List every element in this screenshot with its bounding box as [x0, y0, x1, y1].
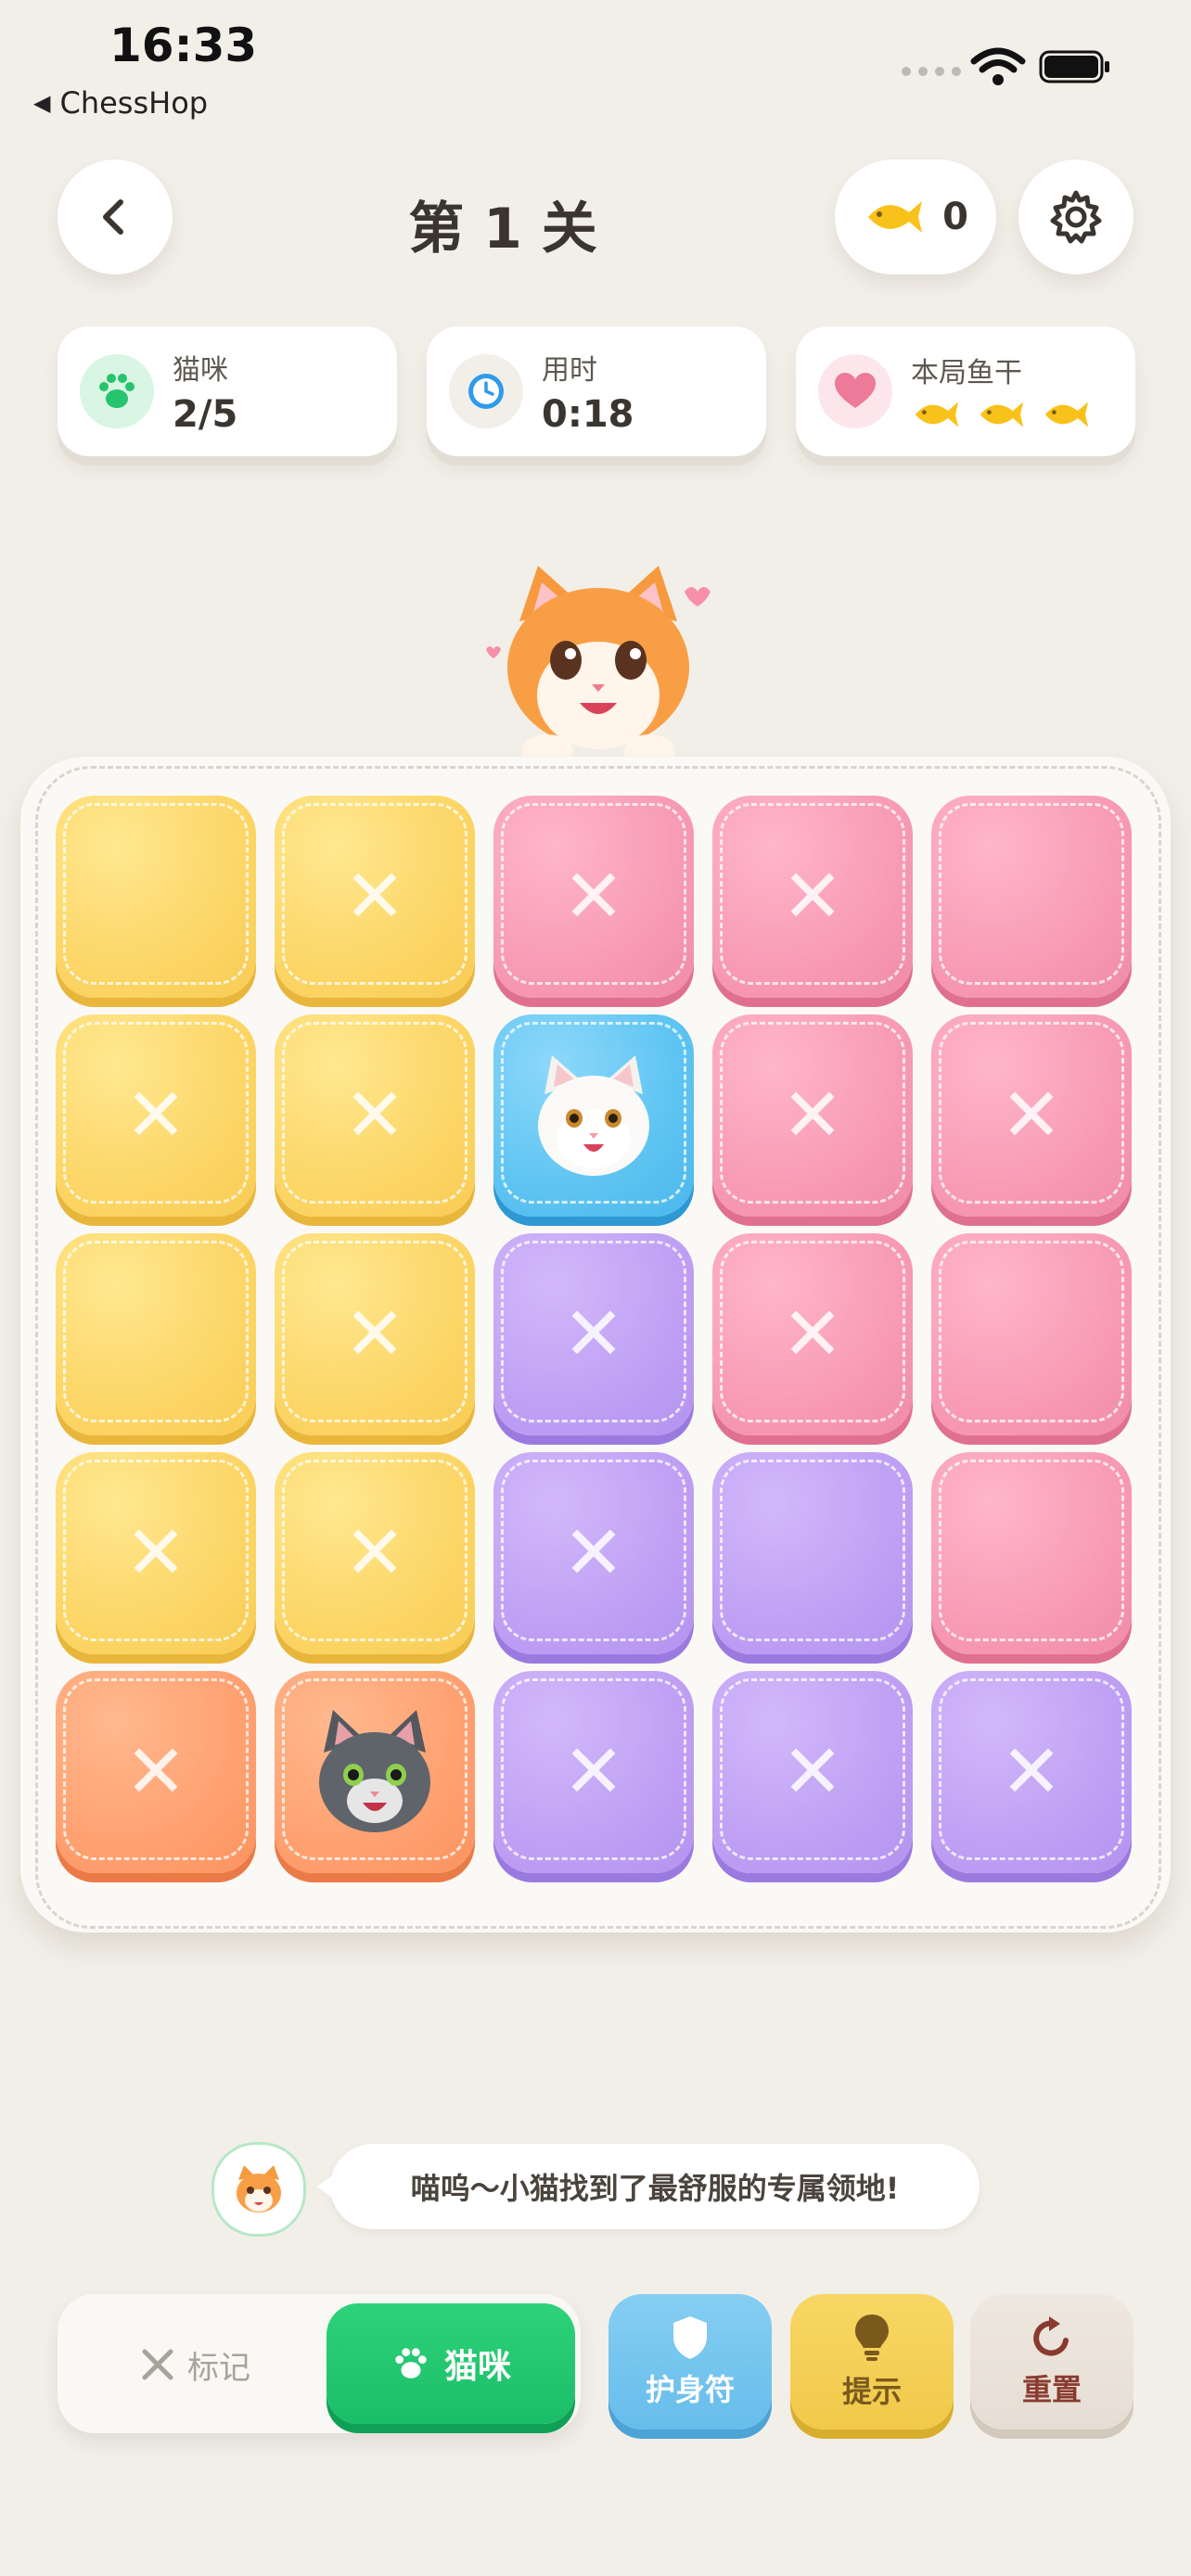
- cross-mark-icon: ✕: [781, 1728, 844, 1815]
- gray-cat-icon: [319, 1710, 430, 1832]
- lightbulb-icon: [855, 2315, 889, 2361]
- board-tile[interactable]: ✕: [275, 1452, 475, 1654]
- battery-icon: [1039, 50, 1109, 83]
- board-tile[interactable]: [275, 1671, 475, 1873]
- board-grid: ✕ ✕ ✕ ✕ ✕ ✕ ✕ ✕ ✕ ✕ ✕ ✕ ✕ ✕ ✕ ✕ ✕: [56, 796, 1135, 1881]
- reset-label: 重置: [1021, 2372, 1082, 2407]
- fish-icon: [980, 402, 1024, 427]
- cross-mark-icon: ✕: [1000, 1072, 1063, 1158]
- board-tile[interactable]: ✕: [275, 1014, 475, 1217]
- board-tile[interactable]: ✕: [712, 796, 913, 998]
- cross-mark-icon: ✕: [343, 1072, 406, 1158]
- board-tile[interactable]: ✕: [493, 796, 694, 998]
- status-time: 16:33: [109, 19, 258, 72]
- board-tile[interactable]: [56, 796, 256, 998]
- reset-button[interactable]: 重置: [970, 2294, 1133, 2429]
- board-tile[interactable]: ✕: [712, 1671, 913, 1873]
- cat-avatar: [211, 2142, 306, 2237]
- board-tile[interactable]: [931, 1452, 1132, 1654]
- cross-mark-icon: ✕: [124, 1072, 187, 1158]
- cross-mark-icon: ✕: [124, 1728, 187, 1815]
- stat-card-fish: 本局鱼干: [796, 326, 1135, 456]
- board-tile[interactable]: ✕: [931, 1671, 1132, 1873]
- cross-mark-icon: ✕: [781, 853, 844, 939]
- cross-mark-icon: ✕: [781, 1072, 844, 1158]
- board-tile[interactable]: ✕: [275, 1233, 475, 1435]
- board-tile[interactable]: [931, 796, 1132, 998]
- shield-icon: [673, 2316, 707, 2359]
- reset-icon: [1033, 2316, 1069, 2356]
- back-triangle-icon: ◀: [33, 90, 51, 116]
- back-to-app-link[interactable]: ◀ ChessHop: [33, 85, 208, 121]
- amulet-button[interactable]: 护身符: [608, 2294, 772, 2429]
- fish-icon: [1044, 402, 1089, 427]
- back-app-label: ChessHop: [59, 85, 209, 121]
- cross-mark-icon: ✕: [124, 1510, 187, 1596]
- cross-mark-icon: [142, 2349, 173, 2380]
- cellular-signal-icon: [902, 67, 961, 76]
- stat-card-time: 用时 0:18: [427, 326, 766, 456]
- board-tile[interactable]: [56, 1233, 256, 1435]
- cross-mark-icon: ✕: [343, 1291, 406, 1377]
- cross-mark-icon: ✕: [562, 853, 625, 939]
- amulet-label: 护身符: [645, 2372, 735, 2407]
- board-tile[interactable]: ✕: [712, 1014, 913, 1217]
- board-tile[interactable]: ✕: [56, 1671, 256, 1873]
- cat-mode-button[interactable]: 猫咪: [327, 2303, 575, 2424]
- board-tile[interactable]: ✕: [931, 1014, 1132, 1217]
- board-tile[interactable]: [931, 1233, 1132, 1435]
- cat-mode-label: 猫咪: [443, 2348, 511, 2386]
- wifi-icon: [970, 47, 1026, 85]
- board-tile[interactable]: [493, 1014, 694, 1217]
- mark-mode-label: 标记: [187, 2349, 250, 2387]
- paw-icon: [80, 354, 154, 428]
- hint-label: 提示: [841, 2374, 902, 2409]
- message-bubble: 喵呜～小猫找到了最舒服的专属领地!: [317, 2144, 980, 2229]
- white-cat-icon: [538, 1055, 649, 1176]
- stat-label: 猫咪: [173, 354, 228, 387]
- orange-cat-mascot: [486, 566, 711, 768]
- fish-remaining: [911, 396, 1093, 433]
- board-tile[interactable]: ✕: [493, 1452, 694, 1654]
- cross-mark-icon: ✕: [343, 853, 406, 939]
- heart-icon: [818, 354, 892, 428]
- board-tile[interactable]: ✕: [275, 796, 475, 998]
- hint-button[interactable]: 提示: [790, 2294, 954, 2429]
- mark-mode-button[interactable]: 标记: [102, 2329, 288, 2400]
- board-tile[interactable]: ✕: [493, 1233, 694, 1435]
- cat-face-icon: [237, 2165, 281, 2213]
- cross-mark-icon: ✕: [1000, 1728, 1063, 1815]
- board-tile[interactable]: [712, 1452, 913, 1654]
- board-tile[interactable]: ✕: [56, 1452, 256, 1654]
- fish-counter[interactable]: 0: [835, 159, 996, 274]
- clock-icon: [449, 354, 523, 428]
- cross-mark-icon: ✕: [781, 1291, 844, 1377]
- board-tile[interactable]: ✕: [493, 1671, 694, 1873]
- fish-icon: [915, 402, 959, 427]
- cross-mark-icon: ✕: [562, 1728, 625, 1815]
- board-tile[interactable]: ✕: [56, 1014, 256, 1217]
- stat-label: 用时: [542, 354, 597, 387]
- cross-mark-icon: ✕: [343, 1510, 406, 1596]
- stat-value: 2/5: [173, 393, 238, 436]
- stat-card-cats: 猫咪 2/5: [58, 326, 397, 456]
- stat-value: 0:18: [542, 393, 634, 436]
- stat-label: 本局鱼干: [911, 357, 1022, 389]
- board-tile[interactable]: ✕: [712, 1233, 913, 1435]
- paw-icon: [395, 2348, 427, 2378]
- fish-count: 0: [942, 196, 968, 238]
- settings-button[interactable]: [1018, 159, 1133, 274]
- cross-mark-icon: ✕: [562, 1510, 625, 1596]
- cross-mark-icon: ✕: [562, 1291, 625, 1377]
- fish-icon: [868, 201, 923, 233]
- gear-icon: [1050, 190, 1102, 244]
